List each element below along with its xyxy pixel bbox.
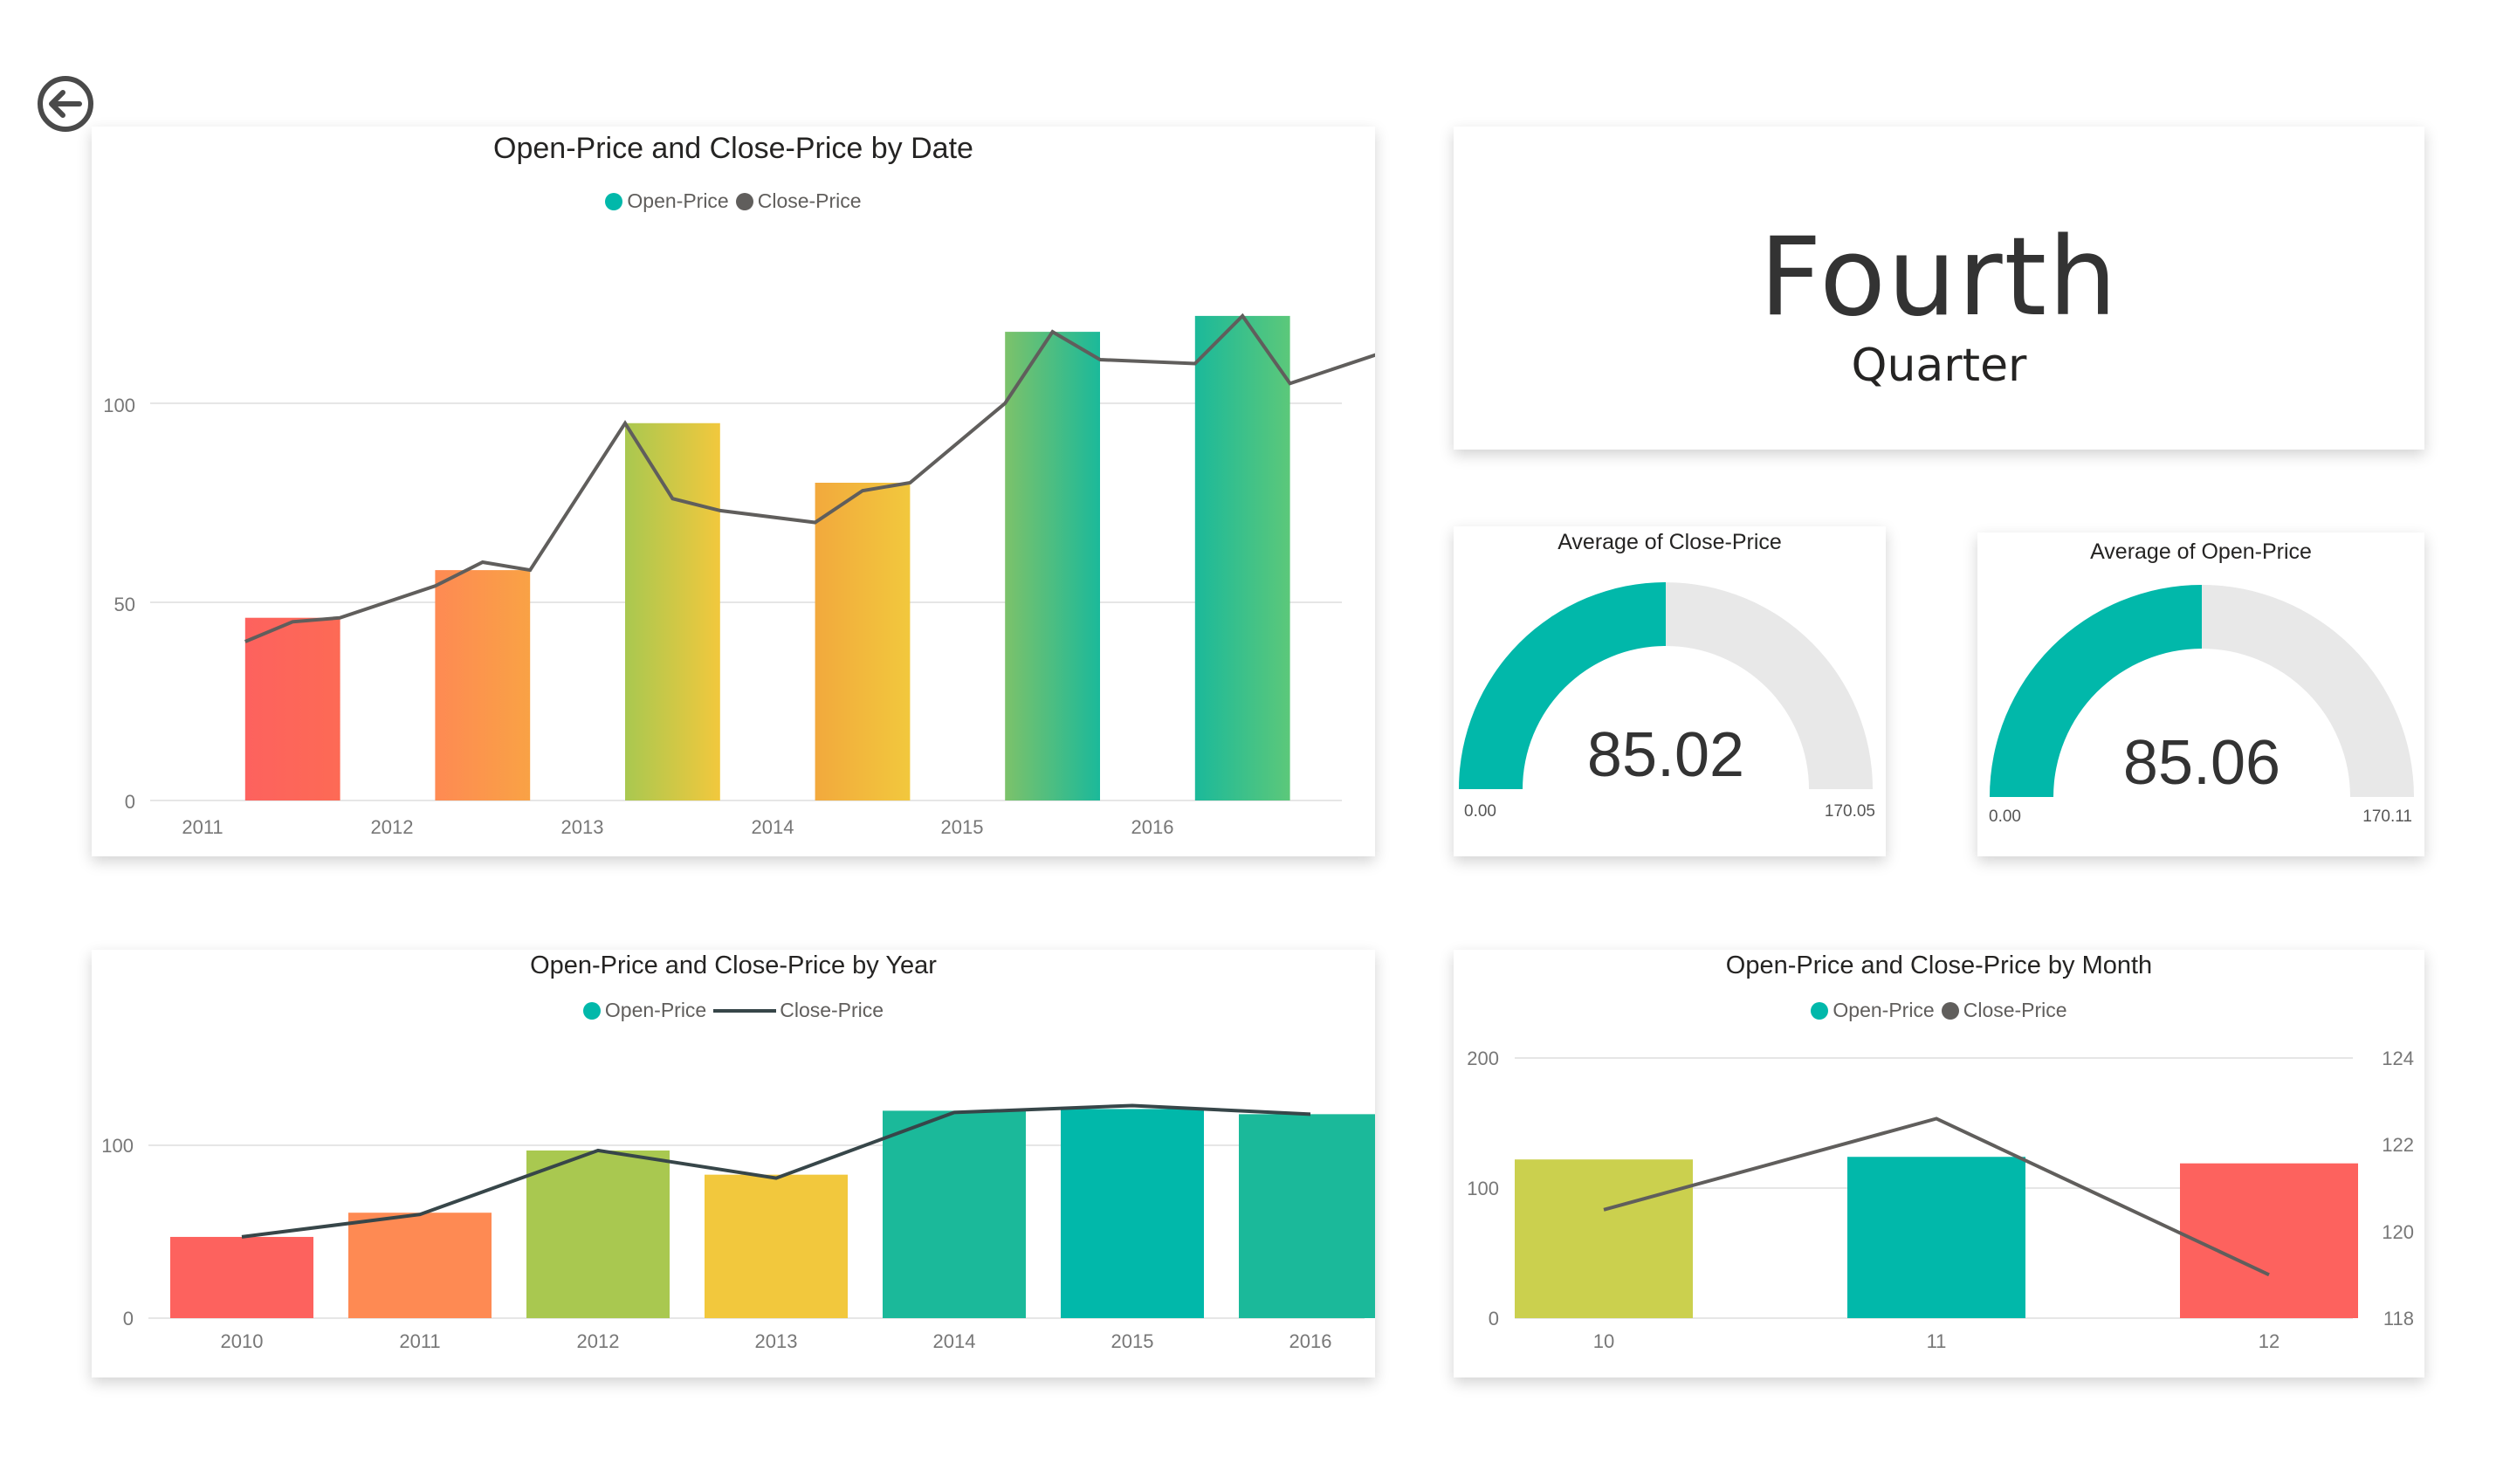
gauge-value: 85.06 xyxy=(2123,728,2280,798)
gauge-min: 0.00 xyxy=(1464,802,1496,821)
back-button[interactable] xyxy=(37,75,94,133)
gauge-close-tile[interactable]: Average of Close-Price 85.02 0.00 170.05 xyxy=(1454,526,1886,856)
x-tick-label: 11 xyxy=(1927,1330,1947,1352)
y-tick-label: 100 xyxy=(103,395,135,416)
year-chart-plot[interactable]: 100 0 2010 2011 2012 2013 2014 2015 2016 xyxy=(92,950,1375,1378)
gauge-open-tile[interactable]: Average of Open-Price 85.06 0.00 170.11 xyxy=(1977,532,2424,856)
open-price-bar[interactable] xyxy=(170,1236,313,1318)
y-tick-label: 100 xyxy=(101,1135,134,1157)
x-tick-label: 2014 xyxy=(933,1330,976,1352)
gauge-min: 0.00 xyxy=(1989,807,2021,826)
y-tick-label: 200 xyxy=(1467,1048,1499,1069)
y-tick-label: 0 xyxy=(125,791,135,813)
x-tick-label: 2015 xyxy=(941,816,984,838)
card-value: Fourth xyxy=(1759,215,2119,340)
y-tick-label: 50 xyxy=(114,594,135,615)
x-tick-label: 10 xyxy=(1593,1330,1614,1352)
gauge-value: 85.02 xyxy=(1587,720,1744,790)
card-label: Quarter xyxy=(1851,340,2027,392)
year-chart-tile[interactable]: Open-Price and Close-Price by Year Open-… xyxy=(92,950,1375,1378)
x-tick-label: 2012 xyxy=(371,816,414,838)
open-price-bar[interactable] xyxy=(883,1110,1026,1318)
y2-tick-label: 122 xyxy=(2382,1134,2414,1156)
month-chart-plot[interactable]: 200 100 0 124 122 120 118 10 11 12 xyxy=(1454,950,2424,1378)
open-price-area xyxy=(244,617,340,800)
gauge-close: 85.02 0.00 170.05 xyxy=(1459,582,1875,821)
y2-tick-label: 118 xyxy=(2383,1308,2414,1329)
y-tick-label: 100 xyxy=(1467,1178,1499,1199)
y-tick-label: 0 xyxy=(1489,1308,1499,1329)
x-tick-label: 12 xyxy=(2259,1330,2280,1352)
open-price-bar[interactable] xyxy=(2180,1163,2358,1318)
x-tick-label: 2011 xyxy=(399,1330,440,1352)
y2-tick-label: 124 xyxy=(2382,1048,2414,1069)
date-chart-tile[interactable]: Open-Price and Close-Price by Date Open-… xyxy=(92,127,1375,856)
x-tick-label: 2013 xyxy=(755,1330,798,1352)
month-chart-tile[interactable]: Open-Price and Close-Price by Month Open… xyxy=(1454,950,2424,1378)
x-tick-label: 2013 xyxy=(561,816,604,838)
open-price-bar[interactable] xyxy=(1061,1109,1204,1318)
open-price-area xyxy=(435,570,531,800)
y-tick-label: 0 xyxy=(123,1308,134,1329)
x-tick-label: 2012 xyxy=(577,1330,620,1352)
x-tick-label: 2016 xyxy=(1289,1330,1332,1352)
y2-tick-label: 120 xyxy=(2382,1221,2414,1243)
open-price-area xyxy=(815,483,911,800)
open-price-area xyxy=(1194,315,1290,800)
date-chart-plot[interactable]: 100 50 0 2011 2012 2013 2014 2015 2016 xyxy=(92,127,1375,856)
x-tick-label: 2016 xyxy=(1131,816,1174,838)
quarter-card[interactable]: Fourth Quarter xyxy=(1454,127,2424,450)
open-price-bar[interactable] xyxy=(526,1150,670,1318)
gauge-max: 170.11 xyxy=(2362,807,2412,826)
back-arrow-icon xyxy=(38,76,93,132)
x-tick-label: 2014 xyxy=(752,816,794,838)
x-tick-label: 2015 xyxy=(1111,1330,1154,1352)
gauge-max: 170.05 xyxy=(1825,802,1875,821)
open-price-bar[interactable] xyxy=(348,1213,492,1318)
open-price-area xyxy=(1005,332,1100,801)
open-price-bar[interactable] xyxy=(1515,1159,1693,1318)
gauge-open: 85.06 0.00 170.11 xyxy=(1989,585,2414,826)
x-tick-label: 2011 xyxy=(182,816,223,838)
open-price-bar[interactable] xyxy=(705,1174,848,1318)
open-price-bar[interactable] xyxy=(1847,1157,2025,1318)
x-tick-label: 2010 xyxy=(221,1330,264,1352)
open-price-area xyxy=(625,423,720,800)
open-price-bar[interactable] xyxy=(1239,1114,1375,1318)
